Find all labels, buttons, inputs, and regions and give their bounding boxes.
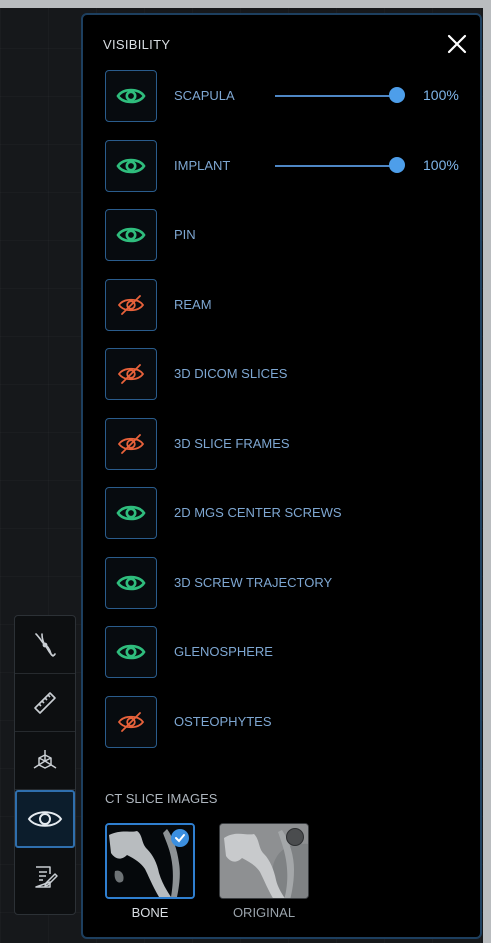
panel-title: VISIBILITY [103,37,171,52]
layer-row: 3D SCREW TRAJECTORY [105,557,465,609]
ct-slice-title: CT SLICE IMAGES [105,791,218,806]
eye-icon [116,644,146,660]
ct-bone-label: BONE [131,905,169,920]
layer-row: 3D DICOM SLICES [105,348,465,400]
slider-fill [275,165,397,167]
unselected-radio-icon [286,828,304,846]
eye-icon [116,505,146,521]
layer-visibility-toggle[interactable] [105,418,157,470]
window-frame-top [0,0,491,8]
layer-label: REAM [174,297,212,312]
axes-tool-button[interactable] [15,732,75,790]
layer-row: PIN [105,209,465,261]
layer-row: 3D SLICE FRAMES [105,418,465,470]
layer-label: IMPLANT [174,158,231,173]
layer-visibility-toggle[interactable] [105,696,157,748]
layer-label: 3D DICOM SLICES [174,366,288,381]
opacity-value: 100% [423,157,459,173]
layer-visibility-toggle[interactable] [105,140,157,192]
ruler-tool-button[interactable] [15,674,75,732]
axes-cube-icon [33,749,57,769]
opacity-slider[interactable] [275,157,405,173]
layer-label: OSTEOPHYTES [174,714,272,729]
layer-visibility-toggle[interactable] [105,209,157,261]
layer-row: REAM [105,279,465,331]
eye-off-icon [117,712,145,732]
layer-visibility-toggle[interactable] [105,557,157,609]
layer-visibility-toggle[interactable] [105,348,157,400]
layer-visibility-toggle[interactable] [105,279,157,331]
pliers-icon [35,632,56,657]
ruler-icon [34,691,56,714]
layer-label: 3D SLICE FRAMES [174,436,290,451]
notes-tool-button[interactable] [15,848,75,906]
ct-bone-option[interactable] [105,823,195,899]
layer-label: GLENOSPHERE [174,644,273,659]
layer-row: GLENOSPHERE [105,626,465,678]
layer-row: IMPLANT 100% [105,140,465,192]
notes-icon [35,866,58,888]
layer-label: SCAPULA [174,88,235,103]
eye-off-icon [117,434,145,454]
eye-off-icon [117,364,145,384]
visibility-panel: VISIBILITY SCAPULA 100% IMPLANT 100% PIN REAM… [81,13,482,939]
opacity-value: 100% [423,87,459,103]
eye-icon [116,88,146,104]
close-icon [447,34,467,54]
layer-label: 3D SCREW TRAJECTORY [174,575,333,590]
layer-visibility-toggle[interactable] [105,626,157,678]
eye-icon [27,811,63,827]
layer-label: 2D MGS CENTER SCREWS [174,505,342,520]
ct-original-option[interactable] [219,823,309,899]
layer-row: 2D MGS CENTER SCREWS [105,487,465,539]
eye-icon [116,575,146,591]
opacity-slider[interactable] [275,87,405,103]
selected-check-icon [171,829,189,847]
layer-visibility-toggle[interactable] [105,70,157,122]
window-frame-right [483,0,491,943]
layer-row: SCAPULA 100% [105,70,465,122]
slider-handle[interactable] [389,157,405,173]
tool-rail [14,615,76,915]
slider-fill [275,95,397,97]
pliers-tool-button[interactable] [15,616,75,674]
ct-original-label: ORIGINAL [232,905,296,920]
eye-icon [116,158,146,174]
layer-visibility-toggle[interactable] [105,487,157,539]
visibility-tool-button[interactable] [15,790,75,848]
layer-row: OSTEOPHYTES [105,696,465,748]
slider-handle[interactable] [389,87,405,103]
eye-off-icon [117,295,145,315]
layer-label: PIN [174,227,196,242]
eye-icon [116,227,146,243]
close-button[interactable] [446,33,468,55]
